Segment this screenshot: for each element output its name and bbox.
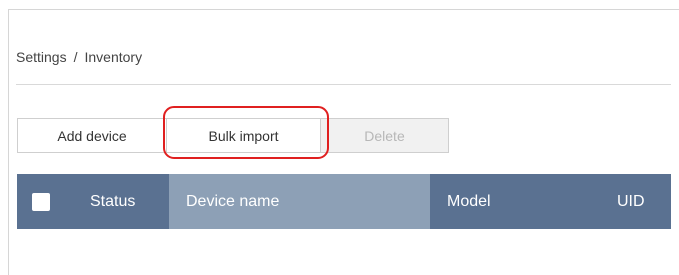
breadcrumb: Settings / Inventory xyxy=(16,49,142,65)
select-all-cell xyxy=(17,174,85,229)
column-header-device-name[interactable]: Device name xyxy=(169,174,430,229)
column-header-model[interactable]: Model xyxy=(430,174,605,229)
breadcrumb-settings[interactable]: Settings xyxy=(16,49,67,65)
delete-button[interactable]: Delete xyxy=(321,118,449,153)
toolbar: Add device Bulk import Delete xyxy=(17,118,449,153)
table-header: Status Device name Model UID xyxy=(17,174,671,229)
column-header-uid[interactable]: UID xyxy=(605,174,671,229)
bulk-import-button[interactable]: Bulk import xyxy=(167,118,321,153)
column-header-status[interactable]: Status xyxy=(85,174,169,229)
header-divider xyxy=(16,84,671,85)
select-all-checkbox[interactable] xyxy=(32,192,50,211)
add-device-button[interactable]: Add device xyxy=(17,118,167,153)
breadcrumb-current: Inventory xyxy=(84,49,143,65)
breadcrumb-separator: / xyxy=(73,49,78,65)
